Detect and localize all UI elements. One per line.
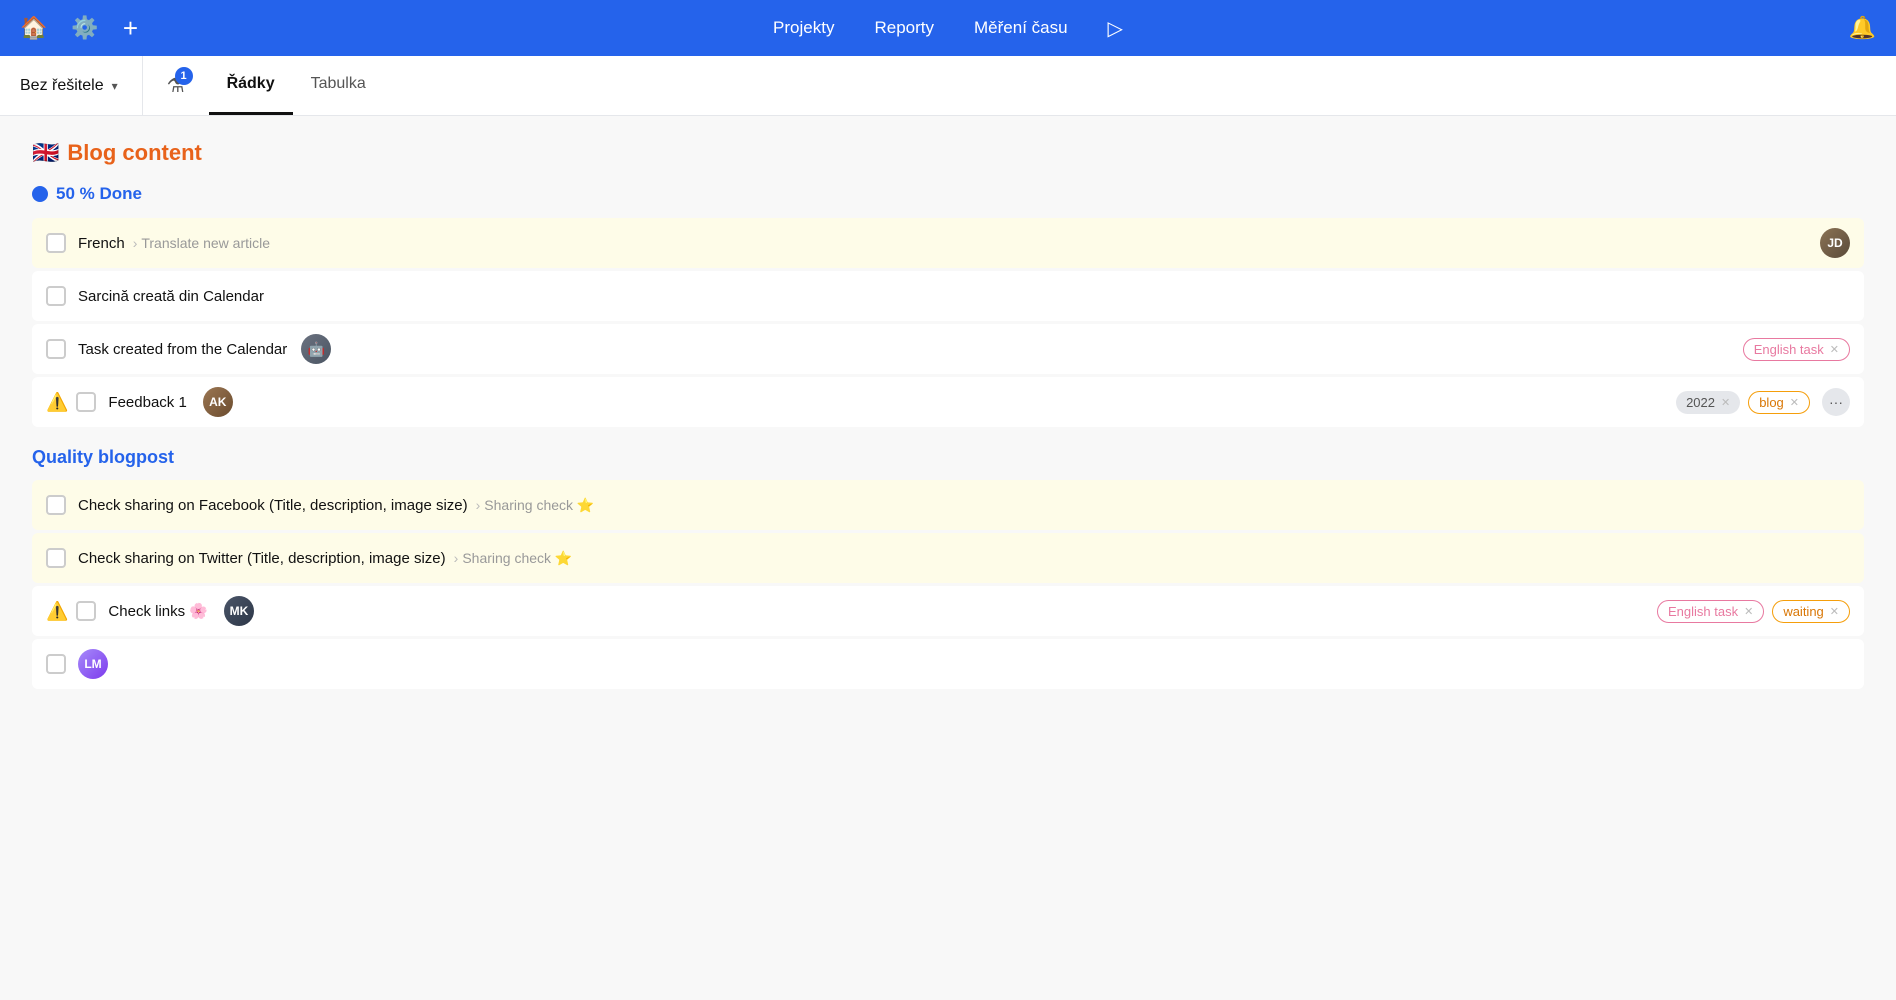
warning-icon: ⚠️ [46, 392, 68, 413]
tag-x-icon[interactable]: ✕ [1744, 605, 1753, 618]
tag-english-task[interactable]: English task ✕ [1743, 338, 1850, 361]
task-parent-twitter: › Sharing check ⭐ [454, 550, 573, 567]
tab-radky[interactable]: Řádky [209, 56, 293, 115]
warning-icon: ⚠️ [46, 601, 68, 622]
play-icon[interactable]: ▷ [1108, 16, 1123, 41]
task-row: LM [32, 639, 1864, 689]
group-label-text: 50 % Done [56, 184, 142, 204]
task-row: ⚠️ Feedback 1 AK 2022 ✕ blog ✕ ··· [32, 377, 1864, 427]
nav-center: Projekty Reporty Měření času ▷ [773, 16, 1123, 41]
group-50-done: 50 % Done [32, 184, 1864, 204]
filter-badge: 1 [175, 67, 193, 85]
task-checkbox-facebook[interactable] [46, 495, 66, 515]
nav-left: 🏠 ⚙️ + [20, 13, 138, 44]
subheader: Bez řešitele ▾ ⚗ 1 Řádky Tabulka [0, 56, 1896, 116]
task-checkbox-french[interactable] [46, 233, 66, 253]
task-name-sarcina: Sarcină creată din Calendar [78, 288, 1850, 305]
settings-icon[interactable]: ⚙️ [71, 15, 98, 41]
blog-content-title: Blog content [67, 140, 201, 166]
task-row: Check sharing on Facebook (Title, descri… [32, 480, 1864, 530]
task-checkbox-sarcina[interactable] [46, 286, 66, 306]
task-row: ⚠️ Check links 🌸 MK English task ✕ waiti… [32, 586, 1864, 636]
arrow-icon: › [454, 550, 459, 566]
task-checkbox-feedback[interactable] [76, 392, 96, 412]
task-name-facebook: Check sharing on Facebook (Title, descri… [78, 497, 1850, 514]
task-row: French › Translate new article JD [32, 218, 1864, 268]
tag-waiting[interactable]: waiting ✕ [1772, 600, 1850, 623]
blog-content-emoji: 🇬🇧 [32, 140, 59, 166]
task-name-bottom: LM [78, 649, 1850, 679]
nav-mereni-casu[interactable]: Měření času [974, 18, 1068, 38]
avatar-bottom: LM [78, 649, 108, 679]
tag-x-icon[interactable]: ✕ [1830, 343, 1839, 356]
arrow-icon: › [476, 497, 481, 513]
task-row: Check sharing on Twitter (Title, descrip… [32, 533, 1864, 583]
tag-english-task-links[interactable]: English task ✕ [1657, 600, 1764, 623]
task-tags-links: English task ✕ waiting ✕ [1657, 600, 1850, 623]
task-row: Sarcină creată din Calendar [32, 271, 1864, 321]
nav-projekty[interactable]: Projekty [773, 18, 834, 38]
nav-reporty[interactable]: Reporty [874, 18, 934, 38]
avatar-bot: 🤖 [301, 334, 331, 364]
task-parent-facebook: › Sharing check ⭐ [476, 497, 595, 514]
home-icon[interactable]: 🏠 [20, 15, 47, 41]
filter-button[interactable]: ⚗ 1 [167, 73, 185, 98]
view-tabs: Řádky Tabulka [209, 56, 384, 115]
tag-x-icon[interactable]: ✕ [1721, 396, 1730, 409]
chevron-down-icon: ▾ [112, 79, 118, 93]
avatar-links: MK [224, 596, 254, 626]
tag-2022[interactable]: 2022 ✕ [1676, 391, 1740, 414]
task-parent-french: › Translate new article [133, 235, 270, 251]
section-quality-blogpost: Quality blogpost [32, 447, 1864, 468]
task-tags-feedback: 2022 ✕ blog ✕ ··· [1676, 388, 1850, 416]
task-name-calendar: Task created from the Calendar 🤖 [78, 334, 1743, 364]
group-dot [32, 186, 48, 202]
tag-x-icon[interactable]: ✕ [1790, 396, 1799, 409]
task-checkbox-twitter[interactable] [46, 548, 66, 568]
tag-blog[interactable]: blog ✕ [1748, 391, 1810, 414]
task-name-twitter: Check sharing on Twitter (Title, descrip… [78, 550, 1850, 567]
top-nav: 🏠 ⚙️ + Projekty Reporty Měření času ▷ 🔔 [0, 0, 1896, 56]
task-tags-calendar: English task ✕ [1743, 338, 1850, 361]
task-name-feedback: Feedback 1 AK [108, 387, 1676, 417]
task-name-links: Check links 🌸 MK [108, 596, 1657, 626]
avatar-french: JD [1820, 228, 1850, 258]
bell-icon[interactable]: 🔔 [1849, 15, 1876, 41]
section-blog-content: 🇬🇧 Blog content [32, 140, 1864, 166]
assignee-selector[interactable]: Bez řešitele ▾ [20, 56, 143, 115]
dots-button[interactable]: ··· [1822, 388, 1850, 416]
nav-right: 🔔 [1849, 15, 1876, 41]
tag-x-icon[interactable]: ✕ [1830, 605, 1839, 618]
tab-tabulka[interactable]: Tabulka [293, 56, 384, 115]
add-icon[interactable]: + [123, 13, 138, 44]
task-checkbox-bottom[interactable] [46, 654, 66, 674]
task-row: Task created from the Calendar 🤖 English… [32, 324, 1864, 374]
avatar-feedback: AK [203, 387, 233, 417]
task-checkbox-links[interactable] [76, 601, 96, 621]
main-content: 🇬🇧 Blog content 50 % Done French › Trans… [0, 116, 1896, 1000]
task-checkbox-calendar[interactable] [46, 339, 66, 359]
arrow-icon: › [133, 235, 138, 251]
assignee-label: Bez řešitele [20, 77, 104, 95]
task-name-french: French › Translate new article [78, 235, 1820, 252]
